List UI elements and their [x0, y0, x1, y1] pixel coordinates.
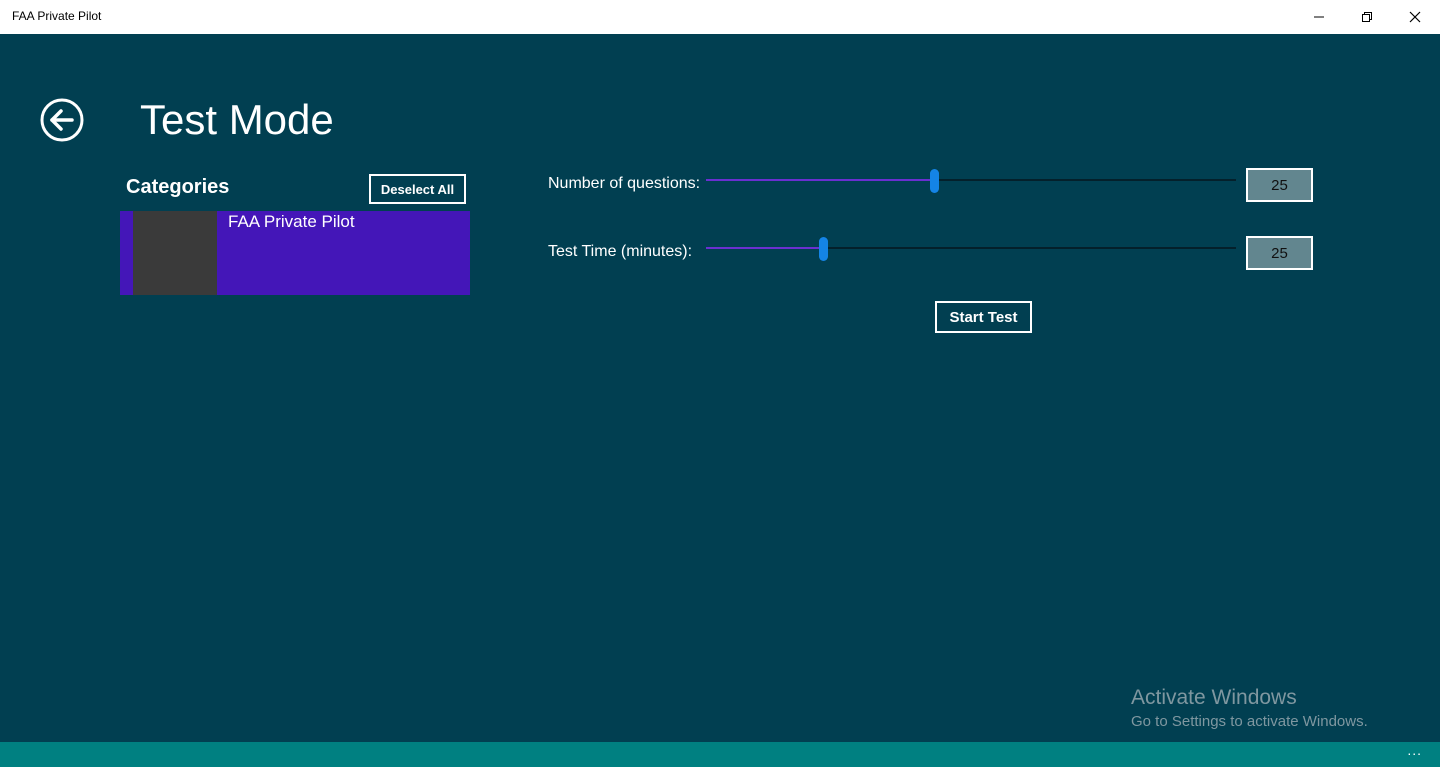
close-button[interactable] [1392, 0, 1438, 34]
category-label: FAA Private Pilot [228, 212, 355, 231]
start-test-button[interactable]: Start Test [935, 301, 1032, 333]
questions-label: Number of questions: [548, 175, 701, 192]
more-options-button[interactable]: ... [1407, 742, 1422, 758]
minimize-button[interactable] [1296, 0, 1342, 34]
title-bar: FAA Private Pilot [0, 0, 1440, 34]
app-window: FAA Private Pilot Test Mode Categories D… [0, 0, 1440, 767]
restore-icon [1362, 12, 1372, 22]
questions-value-box[interactable]: 25 [1246, 168, 1313, 202]
category-thumbnail [133, 211, 217, 295]
page-title: Test Mode [140, 96, 334, 143]
close-icon [1409, 11, 1421, 23]
bottom-app-bar: ... [0, 742, 1440, 767]
slider-thumb[interactable] [818, 237, 828, 261]
slider-thumb[interactable] [929, 169, 939, 193]
slider-fill [706, 179, 934, 181]
restore-button[interactable] [1344, 0, 1390, 34]
back-arrow-circle-icon [40, 98, 84, 142]
questions-slider[interactable] [706, 169, 1236, 193]
categories-header: Categories [126, 176, 230, 198]
activation-watermark-title: Activate Windows [1131, 686, 1297, 709]
activation-watermark-subtitle: Go to Settings to activate Windows. [1131, 713, 1368, 730]
deselect-all-button[interactable]: Deselect All [369, 174, 466, 204]
back-button[interactable] [40, 98, 84, 142]
test-time-label: Test Time (minutes): [548, 243, 693, 260]
test-time-slider[interactable] [706, 237, 1236, 261]
test-time-value-box[interactable]: 25 [1246, 236, 1313, 270]
minimize-icon [1314, 16, 1324, 18]
category-item[interactable]: FAA Private Pilot [120, 211, 470, 295]
slider-fill [706, 247, 823, 249]
window-title: FAA Private Pilot [12, 9, 102, 23]
